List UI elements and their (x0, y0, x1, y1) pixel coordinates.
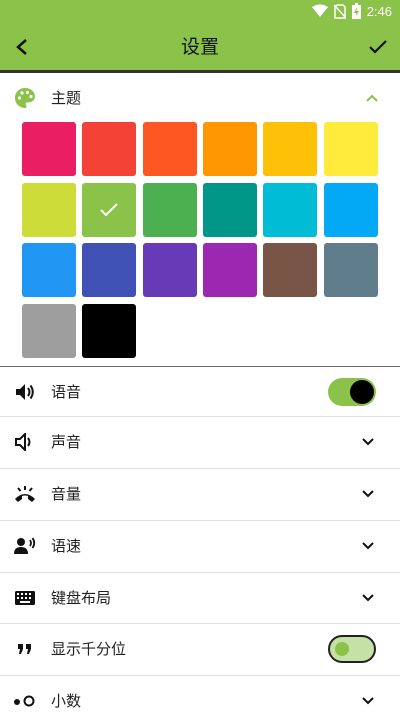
settings-row-label: 声音 (51, 433, 82, 451)
theme-color-swatch[interactable] (142, 243, 197, 297)
toggle-switch[interactable] (328, 635, 376, 663)
voice-speed-icon (14, 535, 36, 557)
theme-color-swatch[interactable] (323, 182, 378, 237)
theme-color-swatch[interactable] (323, 243, 378, 297)
decimal-icon (14, 690, 36, 712)
theme-color-swatch[interactable] (22, 182, 76, 237)
save-button[interactable] (364, 33, 392, 61)
theme-color-swatch[interactable] (142, 122, 197, 176)
toggle-knob (335, 642, 349, 656)
theme-color-swatch[interactable] (82, 122, 137, 176)
palette-icon (15, 88, 35, 108)
chevron-down-icon[interactable] (360, 693, 376, 709)
settings-row[interactable]: 小数 (0, 675, 400, 712)
theme-color-swatch[interactable] (323, 122, 378, 176)
theme-color-swatch[interactable] (82, 243, 137, 297)
settings-row-label: 语速 (51, 537, 82, 555)
theme-color-swatch[interactable] (22, 303, 76, 358)
theme-label: 主题 (51, 89, 82, 107)
settings-row-label: 语音 (51, 383, 82, 401)
chevron-down-icon[interactable] (360, 590, 376, 606)
theme-color-swatch[interactable] (263, 182, 318, 237)
settings-row[interactable]: 语速 (0, 520, 400, 572)
theme-color-swatch[interactable] (142, 182, 197, 237)
row-divider (0, 623, 400, 624)
app-bar: 设置 (0, 24, 400, 70)
theme-section-header[interactable]: 主题 (0, 76, 400, 120)
theme-color-swatch[interactable] (263, 243, 318, 297)
row-divider (0, 675, 400, 676)
keyboard-icon (14, 587, 36, 609)
row-divider (0, 572, 400, 573)
theme-color-swatch[interactable] (22, 122, 76, 176)
row-divider (0, 468, 400, 469)
chevron-down-icon[interactable] (360, 486, 376, 502)
theme-color-swatch[interactable] (22, 243, 76, 297)
volume-ringer-icon (14, 483, 36, 505)
row-divider (0, 520, 400, 521)
toggle-switch[interactable] (328, 378, 376, 406)
status-bar: 2:46 (0, 0, 400, 24)
theme-color-swatch[interactable] (202, 243, 257, 297)
sound-icon (14, 431, 36, 453)
page-title: 设置 (180, 36, 219, 58)
chevron-down-icon[interactable] (360, 434, 376, 450)
row-divider (0, 416, 400, 417)
settings-row-label: 小数 (51, 692, 82, 710)
settings-row[interactable]: 语音 (0, 366, 400, 418)
speaker-icon (14, 381, 36, 403)
theme-color-swatch[interactable] (202, 182, 257, 237)
settings-row-label: 音量 (51, 485, 82, 503)
settings-row[interactable]: 显示千分位 (0, 623, 400, 675)
theme-color-swatch[interactable] (263, 122, 318, 176)
app-bar-divider (0, 70, 400, 73)
wifi-icon (311, 4, 328, 17)
chevron-up-icon[interactable] (364, 90, 380, 106)
theme-color-swatch[interactable] (202, 122, 257, 176)
quote-icon (14, 638, 36, 660)
settings-row[interactable]: 声音 (0, 416, 400, 468)
settings-row-label: 键盘布局 (51, 589, 112, 607)
status-time: 2:46 (366, 3, 392, 19)
check-icon (100, 202, 119, 216)
no-sim-icon (333, 3, 346, 19)
settings-row-label: 显示千分位 (51, 640, 127, 658)
theme-color-swatch[interactable] (82, 303, 137, 358)
toggle-knob (350, 380, 374, 404)
theme-color-swatch[interactable] (82, 182, 137, 237)
chevron-down-icon[interactable] (360, 538, 376, 554)
battery-charging-icon (351, 3, 361, 19)
settings-row[interactable]: 键盘布局 (0, 572, 400, 624)
check-icon (369, 40, 387, 54)
settings-row[interactable]: 音量 (0, 468, 400, 520)
